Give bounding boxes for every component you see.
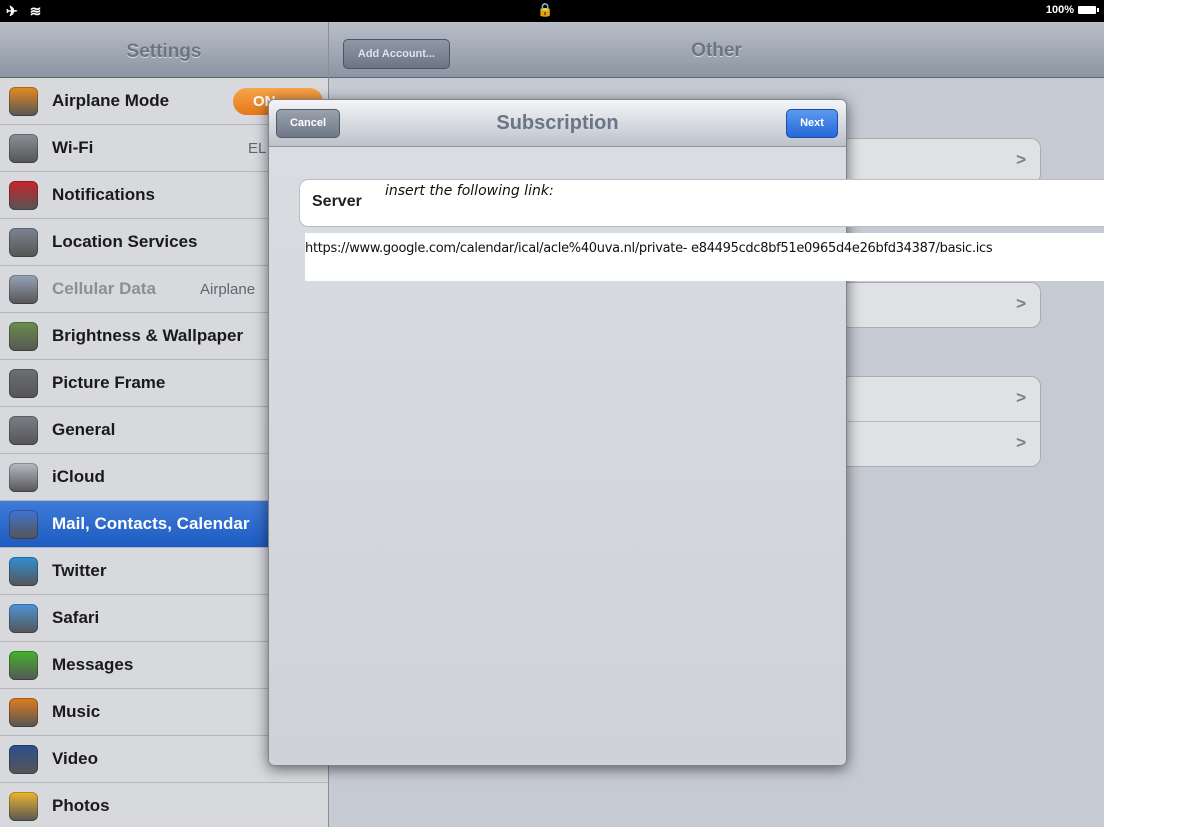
status-bar: ✈ ≋ 🔒 100% — [0, 0, 1104, 22]
sidebar-item[interactable]: Photos — [0, 783, 328, 827]
music-icon — [9, 697, 38, 727]
ipad-screen: ✈ ≋ 🔒 100% Settings Airplane Mode ON Wi-Fi… — [0, 0, 1104, 827]
detail-row[interactable]: > — [840, 377, 1040, 422]
mail-icon — [9, 509, 38, 539]
airplane-wifi-status-icons: ✈ ≋ — [6, 3, 46, 19]
server-link-box: https://www.google.com/calendar/ical/acl… — [305, 233, 1104, 281]
picture-frame-icon — [9, 368, 38, 398]
twitter-icon — [9, 556, 38, 586]
sidebar-item-label: General — [52, 420, 116, 439]
detail-group-2: > — [839, 282, 1041, 328]
server-link-text: https://www.google.com/calendar/ical/acl… — [305, 241, 993, 256]
sidebar-item-label: Music — [52, 702, 101, 721]
photos-icon — [9, 791, 38, 821]
chevron-right-icon: > — [1016, 433, 1026, 452]
detail-row[interactable]: > — [840, 139, 1040, 183]
brightness-icon — [9, 321, 38, 351]
server-label: Server — [312, 193, 362, 210]
sidebar-item-value: Airplane — [200, 280, 256, 298]
messages-icon — [9, 650, 38, 680]
detail-group-3: > > — [839, 376, 1041, 467]
next-button[interactable]: Next — [786, 109, 838, 138]
sidebar-item-label: Picture Frame — [52, 373, 166, 392]
sidebar-item-label: Video — [52, 749, 98, 768]
sidebar-item-label: Safari — [52, 608, 100, 627]
sidebar-item-label: Photos — [52, 796, 110, 815]
notifications-icon — [9, 180, 38, 210]
modal-toolbar: Cancel Subscription Next — [269, 100, 846, 147]
modal-title: Subscription — [496, 112, 619, 134]
battery-percent: 100% — [1045, 4, 1074, 16]
gear-icon — [9, 415, 38, 445]
detail-header: Add Account... Other — [329, 22, 1104, 78]
cellular-icon — [9, 274, 38, 304]
sidebar-item-label: Messages — [52, 655, 134, 674]
detail-row[interactable]: > — [840, 422, 1040, 466]
detail-group-1: > — [839, 138, 1041, 184]
sidebar-item-label: Airplane Mode — [52, 91, 170, 110]
location-icon — [9, 227, 38, 257]
sidebar-item-label: iCloud — [52, 467, 105, 486]
sidebar-item-label: Wi-Fi — [52, 138, 94, 157]
sidebar-item-value: EL — [248, 139, 267, 157]
chevron-right-icon: > — [1016, 294, 1026, 313]
sidebar-item-label: Notifications — [52, 185, 155, 204]
battery-status: 100% — [1045, 4, 1099, 16]
chevron-right-icon: > — [1016, 388, 1026, 407]
detail-title: Other — [691, 40, 742, 61]
wifi-icon — [9, 133, 38, 163]
lock-icon: 🔒 — [537, 2, 554, 17]
sidebar-item-label: Twitter — [52, 561, 107, 580]
sidebar-title: Settings — [0, 22, 328, 78]
icloud-icon — [9, 462, 38, 492]
server-instruction-note: insert the following link: — [385, 183, 554, 199]
battery-icon — [1078, 6, 1099, 14]
sidebar-item-label: Cellular Data — [52, 279, 156, 298]
airplane-icon — [9, 86, 38, 116]
video-icon — [9, 744, 38, 774]
sidebar-item-label: Location Services — [52, 232, 198, 251]
sidebar-item-label: Brightness & Wallpaper — [52, 326, 244, 345]
detail-row[interactable]: > — [840, 283, 1040, 327]
chevron-right-icon: > — [1016, 150, 1026, 169]
safari-icon — [9, 603, 38, 633]
sidebar-item-label: Mail, Contacts, Calendar — [52, 514, 250, 533]
